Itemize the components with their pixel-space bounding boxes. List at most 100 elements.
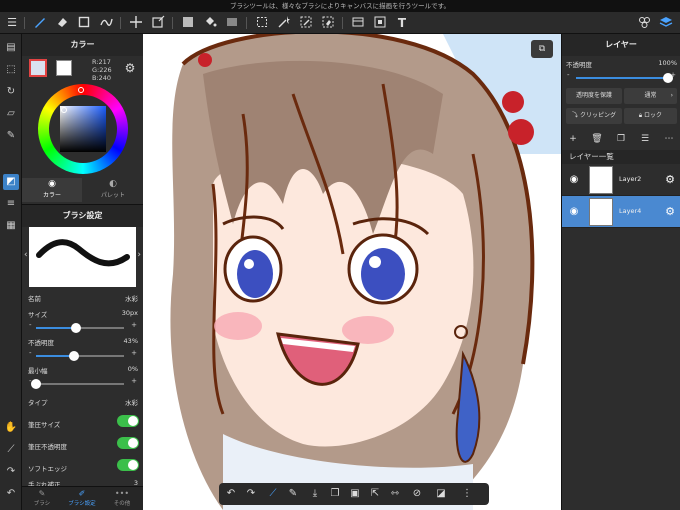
- next-brush-icon[interactable]: ›: [137, 250, 141, 260]
- rectangle-tool-button[interactable]: [76, 15, 92, 31]
- size-decrease-button[interactable]: -: [29, 321, 32, 329]
- color-settings-gear-icon[interactable]: ⚙: [123, 61, 137, 75]
- menu-icon[interactable]: ☰: [4, 15, 20, 31]
- layer-opacity-slider-fill: [576, 77, 668, 79]
- eyedropper-rail-icon[interactable]: ⟋: [3, 442, 19, 458]
- select-rect-button[interactable]: [254, 15, 270, 31]
- layer-settings-gear-icon[interactable]: ⚙: [663, 173, 677, 187]
- duplicate-layer-icon[interactable]: ❐: [614, 132, 628, 146]
- tab-palette[interactable]: ◐ パレット: [83, 178, 143, 202]
- eraser-tool-button[interactable]: [54, 15, 70, 31]
- gradient-tool-button[interactable]: [224, 15, 240, 31]
- redo-rail-icon[interactable]: ↷: [3, 464, 19, 480]
- transform-tool-button[interactable]: [150, 15, 166, 31]
- shortcut-icon[interactable]: ◪: [433, 486, 449, 502]
- selection-rail-icon[interactable]: ⬚: [3, 62, 19, 78]
- opacity-value: 43%: [123, 337, 138, 345]
- fill-color-button[interactable]: [180, 15, 196, 31]
- rotate-rail-icon[interactable]: ↻: [3, 84, 19, 100]
- layer-opacity-decrease-button[interactable]: -: [567, 71, 570, 79]
- sv-picker-dot[interactable]: [61, 107, 67, 113]
- bucket-tool-button[interactable]: [202, 15, 218, 31]
- protect-alpha-button[interactable]: 透明度を保護: [566, 88, 622, 104]
- list-rail-icon[interactable]: ≡: [3, 196, 19, 212]
- move-tool-button[interactable]: [128, 15, 144, 31]
- layer-row-layer4[interactable]: ◉ Layer4 ⚙: [562, 196, 680, 228]
- type-row[interactable]: タイプ 水彩: [28, 397, 138, 407]
- ruler-rail-icon[interactable]: ▱: [3, 106, 19, 122]
- layers-rail-icon[interactable]: ▤: [3, 40, 19, 56]
- brush-quick-icon[interactable]: ⟋: [265, 486, 281, 502]
- copy-icon[interactable]: ❐: [327, 486, 343, 502]
- min-width-slider-knob[interactable]: [31, 379, 41, 389]
- layer-list-icon[interactable]: ☰: [638, 132, 652, 146]
- eyedropper-icon[interactable]: ✎: [285, 486, 301, 502]
- fullscreen-toggle-icon[interactable]: ⧉: [531, 40, 553, 58]
- visibility-eye-icon[interactable]: ◉: [567, 205, 581, 219]
- grid-menu-icon[interactable]: ⋮: [459, 486, 475, 502]
- hand-rail-icon[interactable]: ✋: [3, 420, 19, 436]
- redo-icon[interactable]: ↷: [243, 486, 259, 502]
- flip-icon[interactable]: ⇿: [387, 486, 403, 502]
- select-eraser-button[interactable]: [320, 15, 336, 31]
- materials-button[interactable]: [636, 15, 652, 31]
- size-slider[interactable]: [36, 323, 124, 333]
- top-toolbar: ☰ T: [0, 12, 680, 34]
- previous-brush-icon[interactable]: ‹: [24, 250, 28, 260]
- clipping-button[interactable]: ⤵ クリッピング: [566, 108, 622, 124]
- size-slider-knob[interactable]: [70, 323, 81, 333]
- layers-button[interactable]: [658, 15, 674, 31]
- foreground-color-swatch[interactable]: [29, 59, 47, 77]
- rotate-lock-icon[interactable]: ⊘: [409, 486, 425, 502]
- artwork-illustration: [143, 34, 561, 510]
- blend-mode-select[interactable]: 通常 ›: [624, 88, 677, 104]
- size-increase-button[interactable]: +: [131, 321, 137, 329]
- undo-icon[interactable]: ↶: [223, 486, 239, 502]
- tab-color[interactable]: ◉ カラー: [22, 178, 82, 202]
- layer-row-layer2[interactable]: ◉ Layer2 ⚙: [562, 164, 680, 196]
- layer-settings-gear-icon[interactable]: ⚙: [663, 205, 677, 219]
- status-bar: ブラシツールは、様々なブラシによりキャンバスに描画を行うツールです。: [0, 0, 680, 12]
- color-tab-icon: ◉: [48, 179, 56, 189]
- layers-icon: [659, 17, 673, 27]
- min-width-slider[interactable]: [31, 379, 124, 389]
- pressure-opacity-toggle[interactable]: [117, 437, 139, 449]
- pen-rail-icon[interactable]: ✎: [3, 128, 19, 144]
- hue-knob[interactable]: [78, 87, 84, 93]
- paste-icon[interactable]: ▣: [347, 486, 363, 502]
- delete-layer-icon[interactable]: 🗑︎: [590, 132, 604, 146]
- min-width-increase-button[interactable]: +: [131, 377, 137, 385]
- drawing-canvas[interactable]: [143, 34, 561, 510]
- text-tool-button[interactable]: T: [394, 15, 410, 31]
- pressure-size-toggle[interactable]: [117, 415, 139, 427]
- curve-tool-button[interactable]: [98, 15, 114, 31]
- select-pen-button[interactable]: [298, 15, 314, 31]
- layer-opacity-slider[interactable]: [576, 73, 673, 83]
- magic-wand-button[interactable]: [276, 15, 292, 31]
- swatch-rail-icon[interactable]: ▦: [3, 218, 19, 234]
- add-layer-icon[interactable]: +: [566, 132, 580, 146]
- visibility-eye-icon[interactable]: ◉: [567, 173, 581, 187]
- opacity-increase-button[interactable]: +: [131, 349, 137, 357]
- undo-rail-icon[interactable]: ↶: [3, 486, 19, 502]
- export-icon[interactable]: ⇱: [367, 486, 383, 502]
- tab-brush[interactable]: ✎ ブラシ: [22, 489, 62, 507]
- opacity-decrease-button[interactable]: -: [29, 349, 32, 357]
- tab-other[interactable]: ••• その他: [102, 489, 142, 507]
- opacity-slider[interactable]: [36, 351, 124, 361]
- color-wheel[interactable]: [38, 84, 128, 174]
- opacity-slider-knob[interactable]: [68, 351, 79, 361]
- tab-brush-settings[interactable]: ✐ ブラシ設定: [62, 489, 102, 507]
- frame-button[interactable]: [372, 15, 388, 31]
- layer-opacity-increase-button[interactable]: +: [670, 71, 676, 79]
- panel-button[interactable]: [350, 15, 366, 31]
- soft-edge-toggle[interactable]: [117, 459, 139, 471]
- brush-name-row[interactable]: 名前 水彩: [28, 293, 138, 303]
- background-color-swatch[interactable]: [56, 60, 72, 76]
- lock-button[interactable]: 🔒︎ ロック: [624, 108, 677, 124]
- color-rail-icon[interactable]: ◩: [3, 174, 19, 190]
- saturation-value-square[interactable]: [60, 106, 106, 152]
- more-icon[interactable]: ⋯: [662, 132, 676, 146]
- brush-tool-button[interactable]: [32, 15, 48, 31]
- save-icon[interactable]: ⤓: [307, 486, 323, 502]
